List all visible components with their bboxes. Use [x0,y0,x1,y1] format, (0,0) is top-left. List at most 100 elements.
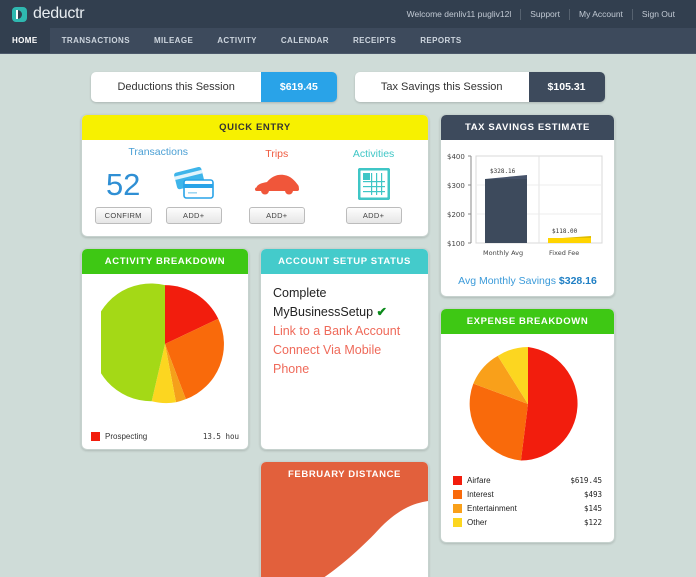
legend-row-other: Other $122 [453,518,602,527]
transactions-label: Transactions [128,146,189,158]
setup-item-mybusinesssetup: MyBusinessSetup ✔ [273,303,416,322]
legend-row-interest: Interest $493 [453,490,602,499]
activity-breakdown-legend: Prospecting 13.5 hou [82,426,248,449]
tax-savings-session-label: Tax Savings this Session [354,72,529,102]
activity-breakdown-card: ACTIVITY BREAKDOWN Prospecting 13.5 hou [81,248,249,450]
legend-swatch-icon [453,504,462,513]
trips-add-button[interactable]: ADD+ [248,207,305,224]
quick-entry-trips: Trips ADD+ [228,148,325,224]
avg-monthly-savings-label: Avg Monthly Savings [458,275,556,287]
transactions-add-group: ADD+ [165,166,222,224]
tax-savings-estimate-card: TAX SAVINGS ESTIMATE $400 $300 $200 $100 [440,114,615,297]
february-distance-chart [261,487,428,577]
calendar-icon [357,166,390,202]
my-account-link[interactable]: My Account [570,9,632,19]
svg-text:$200: $200 [447,211,465,219]
tax-savings-session-bar[interactable]: Tax Savings this Session $105.31 [354,72,605,102]
quick-entry-body: Transactions 52 CONFIRM ADD+ Trips ADD+ … [82,140,428,236]
deductions-session-value: $619.45 [260,72,337,102]
tax-savings-estimate-chart: $400 $300 $200 $100 $328.16 $118.00 Mont… [441,140,614,271]
svg-text:$118.00: $118.00 [552,228,578,235]
tax-savings-estimate-title: TAX SAVINGS ESTIMATE [441,115,614,140]
setup-link-mobile-phone[interactable]: Connect Via Mobile Phone [273,341,416,379]
svg-text:$400: $400 [447,153,465,161]
car-icon [253,166,301,202]
legend-label: Airfare [467,476,491,485]
expense-breakdown-card: EXPENSE BREAKDOWN Airfare $619.45 Intere… [440,308,615,543]
quick-entry-activities: Activities ADD+ [325,148,422,224]
legend-label: Entertainment [467,504,517,513]
svg-text:Monthly Avg: Monthly Avg [483,249,523,257]
activity-breakdown-chart [82,274,248,426]
quick-entry-title: QUICK ENTRY [82,115,428,140]
nav-item-home[interactable]: HOME [0,28,50,53]
svg-text:$100: $100 [447,240,465,248]
legend-label: Interest [467,490,494,499]
february-distance-title: FEBRUARY DISTANCE [261,462,428,487]
legend-hours-value: 13.5 hou [202,432,239,441]
nav-item-calendar[interactable]: CALENDAR [269,28,341,53]
top-bar: deductr Welcome denliv11 pugliv12l Suppo… [0,0,696,28]
legend-value: $619.45 [570,476,602,485]
setup-link-bank-account[interactable]: Link to a Bank Account [273,322,416,341]
session-summary: Deductions this Session $619.45 Tax Savi… [0,72,696,102]
account-setup-card: ACCOUNT SETUP STATUS Complete MyBusiness… [260,248,429,450]
brand-logo[interactable]: deductr [12,5,85,23]
left-column: QUICK ENTRY Transactions 52 CONFIRM ADD+… [81,114,429,577]
legend-swatch-icon [453,518,462,527]
legend-value: $122 [583,518,602,527]
expense-breakdown-title: EXPENSE BREAKDOWN [441,309,614,334]
activities-add-button[interactable]: ADD+ [345,207,402,224]
setup-status-complete: Complete [273,286,327,300]
legend-swatch-icon [453,476,462,485]
tax-savings-bar-chart: $400 $300 $200 $100 $328.16 $118.00 Mont… [447,153,603,257]
legend-value: $493 [583,490,602,499]
legend-swatch-icon [453,490,462,499]
expense-breakdown-chart [441,334,614,468]
nav-item-activity[interactable]: ACTIVITY [205,28,269,53]
welcome-text: Welcome denliv11 pugliv12l [406,9,512,19]
transactions-count-group: 52 CONFIRM [94,167,152,224]
legend-label: Other [467,518,488,527]
nav-item-transactions[interactable]: TRANSACTIONS [50,28,142,53]
transactions-count: 52 [105,167,141,202]
avg-monthly-savings-value: $328.16 [558,275,597,287]
activity-breakdown-title: ACTIVITY BREAKDOWN [82,249,248,274]
dashboard-page: Deductions this Session $619.45 Tax Savi… [0,54,696,577]
expense-pie-chart [469,346,578,461]
tax-savings-session-value: $105.31 [528,72,605,102]
credit-cards-icon [172,166,216,202]
nav-item-reports[interactable]: REPORTS [408,28,473,53]
legend-swatch-icon [91,432,100,441]
check-icon: ✔ [376,305,388,319]
february-distance-card: FEBRUARY DISTANCE 02 03 05 Miles 346 [260,461,429,577]
support-link[interactable]: Support [521,9,569,19]
legend-item-prospecting: Prospecting [91,432,147,441]
brand-name: deductr [33,5,85,22]
left-row-two: ACTIVITY BREAKDOWN Prospecting 13.5 hou … [81,248,429,450]
deductr-logo-icon [12,6,27,22]
legend-row-airfare: Airfare $619.45 [453,476,602,485]
sign-out-link[interactable]: Sign Out [633,9,684,19]
distance-area-chart [324,501,428,577]
transactions-add-button[interactable]: ADD+ [165,207,222,224]
confirm-button[interactable]: CONFIRM [94,207,152,224]
setup-item-label: MyBusinessSetup [273,305,374,319]
dashboard-columns: QUICK ENTRY Transactions 52 CONFIRM ADD+… [0,114,696,577]
quick-entry-card: QUICK ENTRY Transactions 52 CONFIRM ADD+… [81,114,429,237]
quick-entry-transactions: Transactions 52 CONFIRM ADD+ [88,146,228,224]
expense-breakdown-legend: Airfare $619.45 Interest $493 Entertainm… [441,468,614,542]
nav-item-receipts[interactable]: RECEIPTS [341,28,408,53]
account-setup-title: ACCOUNT SETUP STATUS [261,249,428,274]
legend-label: Prospecting [105,432,148,441]
account-setup-body: Complete MyBusinessSetup ✔ Link to a Ban… [261,274,428,393]
deductions-session-bar[interactable]: Deductions this Session $619.45 [91,72,337,102]
right-column: TAX SAVINGS ESTIMATE $400 $300 $200 $100 [440,114,615,543]
svg-text:$328.16: $328.16 [490,168,516,175]
svg-text:Fixed Fee: Fixed Fee [549,249,579,257]
avg-monthly-savings: Avg Monthly Savings $328.16 [441,271,614,296]
nav-item-mileage[interactable]: MILEAGE [142,28,205,53]
account-nav: Welcome denliv11 pugliv12l Support My Ac… [398,8,684,20]
legend-row-entertainment: Entertainment $145 [453,504,602,513]
deductions-session-label: Deductions this Session [91,72,261,102]
